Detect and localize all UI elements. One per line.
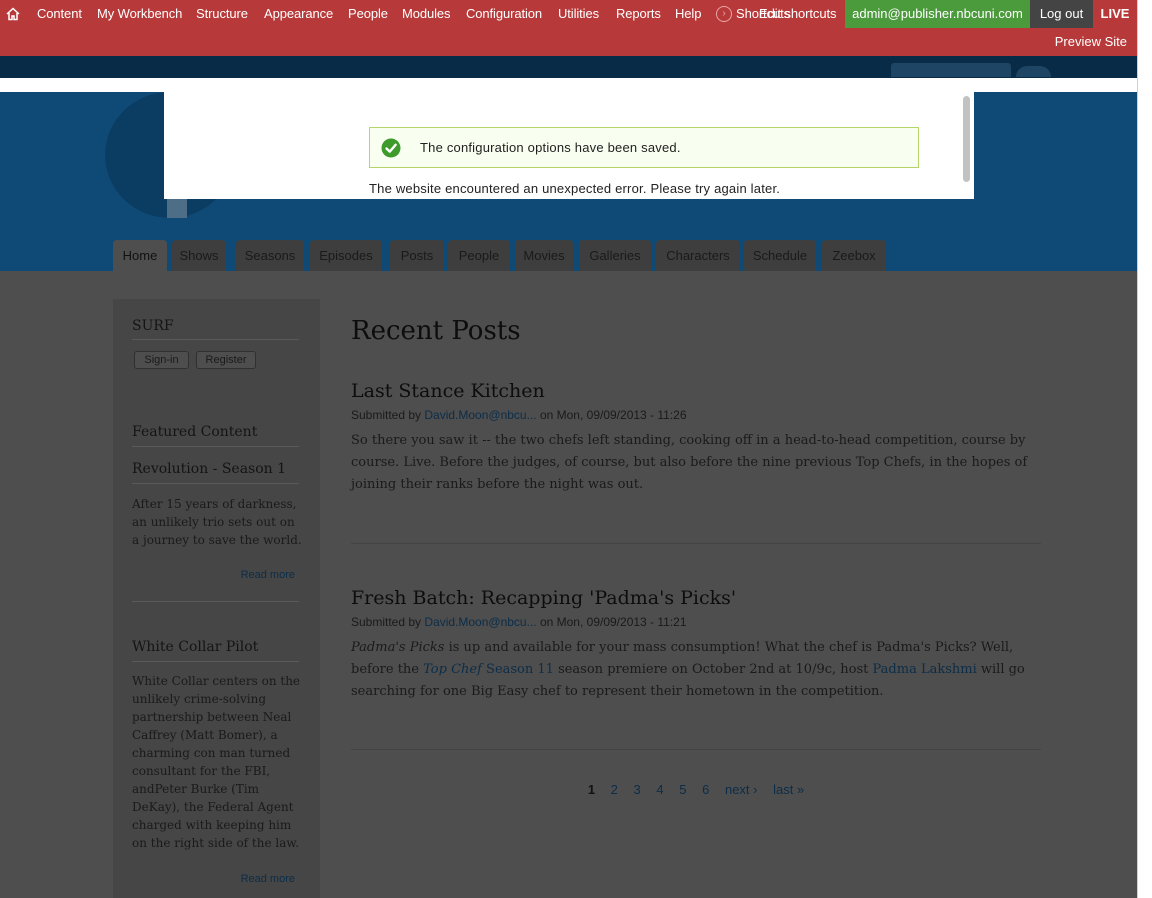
post-divider — [351, 749, 1041, 750]
pager-page-5[interactable]: 5 — [679, 782, 686, 797]
tab-episodes[interactable]: Episodes — [310, 240, 382, 271]
featured-item-text: White Collar centers on the unlikely cri… — [132, 674, 301, 850]
tab-people[interactable]: People — [448, 240, 510, 271]
padma-lakshmi-link[interactable]: Padma Lakshmi — [873, 662, 977, 677]
shortcuts-toggle-icon[interactable]: › — [716, 6, 732, 22]
pager-page-6[interactable]: 6 — [702, 782, 709, 797]
post-meta: Submitted by David.Moon@nbcu... on Mon, … — [351, 408, 687, 422]
post-meta-prefix: Submitted by — [351, 615, 425, 629]
post-title[interactable]: Fresh Batch: Recapping 'Padma's Picks' — [351, 587, 736, 609]
featured-item-title[interactable]: White Collar Pilot — [132, 639, 258, 655]
tab-galleries[interactable]: Galleries — [579, 240, 651, 271]
top-chef-link[interactable]: Top Chef Season 11 — [423, 662, 554, 677]
pager-last[interactable]: last » — [773, 782, 804, 797]
tab-zeebox[interactable]: Zeebox — [822, 240, 886, 271]
status-message-text: The configuration options have been save… — [420, 140, 681, 155]
check-icon — [381, 138, 401, 158]
post-body: So there you saw it -- the two chefs lef… — [351, 433, 1028, 492]
post-body-text: season premiere on October 2nd at 10/9c,… — [553, 662, 873, 677]
post-title[interactable]: Last Stance Kitchen — [351, 380, 545, 402]
post-date: on Mon, 09/09/2013 - 11:21 — [536, 615, 687, 629]
toolbar-item-my-workbench[interactable]: My Workbench — [97, 0, 182, 28]
post-meta-prefix: Submitted by — [351, 408, 425, 422]
overlay-top-strip — [0, 78, 1137, 92]
tab-seasons[interactable]: Seasons — [236, 240, 304, 271]
dialog-scrollbar[interactable] — [962, 94, 972, 199]
logout-button[interactable]: Log out — [1030, 0, 1093, 28]
window-edge — [1137, 0, 1152, 898]
pager: 1 2 3 4 5 6 next › last » — [351, 782, 1041, 797]
status-message: The configuration options have been save… — [369, 127, 919, 168]
pager-page-4[interactable]: 4 — [656, 782, 663, 797]
admin-toolbar: Content My Workbench Structure Appearanc… — [0, 0, 1137, 56]
pager-page-3[interactable]: 3 — [634, 782, 641, 797]
post-meta: Submitted by David.Moon@nbcu... on Mon, … — [351, 615, 687, 629]
top-chef-link-em: Top Chef — [423, 662, 482, 677]
live-indicator[interactable]: LIVE — [1093, 0, 1137, 28]
pager-next[interactable]: next › — [725, 782, 758, 797]
read-more-link[interactable]: Read more — [241, 873, 295, 885]
featured-item-text: After 15 years of darkness, an unlikely … — [132, 497, 302, 547]
divider — [132, 483, 299, 484]
preview-site-link[interactable]: Preview Site — [1055, 28, 1127, 56]
divider — [132, 661, 299, 662]
tab-movies[interactable]: Movies — [515, 240, 573, 271]
toolbar-item-reports[interactable]: Reports — [616, 0, 661, 28]
page-title: Recent Posts — [351, 316, 521, 346]
pager-page-2[interactable]: 2 — [611, 782, 618, 797]
read-more-link[interactable]: Read more — [241, 569, 295, 581]
post-date: on Mon, 09/09/2013 - 11:26 — [536, 408, 687, 422]
home-icon[interactable] — [6, 0, 22, 28]
featured-item-title[interactable]: Revolution - Season 1 — [132, 461, 286, 477]
pager-current: 1 — [587, 782, 596, 797]
dialog-scrollbar-thumb[interactable] — [963, 96, 970, 182]
post-body: Padma's Picks is up and available for yo… — [351, 637, 1041, 703]
site-search-button[interactable] — [1016, 66, 1051, 77]
top-chef-link-rest: Season 11 — [481, 662, 554, 677]
tab-schedule[interactable]: Schedule — [744, 240, 816, 271]
toolbar-item-modules[interactable]: Modules — [402, 0, 451, 28]
tab-shows[interactable]: Shows — [172, 240, 226, 271]
toolbar-item-people[interactable]: People — [348, 0, 388, 28]
surf-block-title: SURF — [132, 318, 174, 334]
toolbar-user-account[interactable]: admin@publisher.nbcuni.com — [845, 0, 1030, 28]
post-author-link[interactable]: David.Moon@nbcu... — [424, 408, 536, 422]
tab-characters[interactable]: Characters — [656, 240, 740, 271]
register-button[interactable]: Register — [196, 351, 256, 369]
sign-in-button[interactable]: Sign-in — [134, 351, 189, 369]
divider — [132, 339, 299, 340]
status-dialog: The configuration options have been save… — [164, 92, 974, 199]
toolbar-edit-shortcuts[interactable]: Edit shortcuts — [759, 0, 836, 28]
divider — [132, 601, 299, 602]
toolbar-item-utilities[interactable]: Utilities — [558, 0, 599, 28]
toolbar-item-configuration[interactable]: Configuration — [466, 0, 542, 28]
featured-content-title: Featured Content — [132, 424, 258, 440]
error-message-text: The website encountered an unexpected er… — [369, 181, 781, 196]
toolbar-item-help[interactable]: Help — [675, 0, 701, 28]
divider — [132, 446, 299, 447]
tab-home[interactable]: Home — [113, 240, 167, 271]
post-body-em: Padma's Picks — [351, 640, 445, 655]
toolbar-item-content[interactable]: Content — [37, 0, 82, 28]
admin-toolbar-menu: Content My Workbench Structure Appearanc… — [0, 0, 1137, 28]
tab-posts[interactable]: Posts — [390, 240, 444, 271]
site-search-input[interactable] — [891, 63, 1011, 77]
toolbar-item-appearance[interactable]: Appearance — [264, 0, 333, 28]
toolbar-item-structure[interactable]: Structure — [196, 0, 248, 28]
post-divider — [351, 543, 1041, 544]
sidebar: SURF Sign-in Register Featured Content R… — [113, 299, 320, 898]
post-author-link[interactable]: David.Moon@nbcu... — [424, 615, 536, 629]
